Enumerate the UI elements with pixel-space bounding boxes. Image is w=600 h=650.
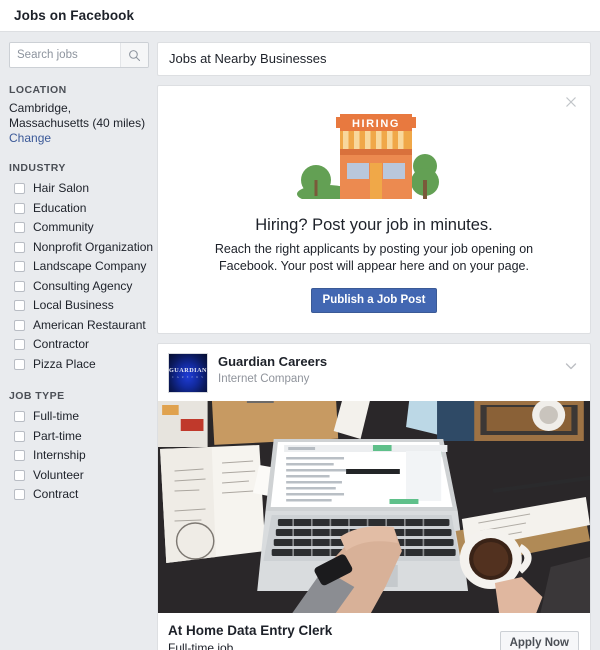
section-heading-card: Jobs at Nearby Businesses xyxy=(157,42,591,76)
checkbox-icon[interactable] xyxy=(14,469,25,481)
jobs-page: Jobs on Facebook LOCATION Cambridge, Mas xyxy=(0,0,600,650)
filter-option-label: Consulting Agency xyxy=(33,278,133,293)
location-change-link[interactable]: Change xyxy=(9,131,51,145)
filter-option-label: Part-time xyxy=(33,428,82,443)
company-logo: GUARDIAN C A R E E R S xyxy=(168,353,208,393)
industry-option-hair-salon[interactable]: Hair Salon xyxy=(9,179,149,199)
company-logo-subtext: C A R E E R S xyxy=(171,376,205,379)
filter-option-label: Landscape Company xyxy=(33,259,147,274)
job-type-filter-list: Full-time Part-time Internship Volunteer Con… xyxy=(9,407,149,505)
job-details: At Home Data Entry Clerk Full-time job N… xyxy=(168,622,500,650)
job-post-card: GUARDIAN C A R E E R S Guardian Careers … xyxy=(157,343,591,650)
search-button[interactable] xyxy=(120,43,148,67)
location-place: Cambridge, Massachusetts xyxy=(9,101,90,130)
checkbox-icon[interactable] xyxy=(14,358,25,370)
industry-heading: INDUSTRY xyxy=(9,162,66,174)
job-card-header-text: Guardian Careers Internet Company xyxy=(218,353,327,387)
section-heading: Jobs at Nearby Businesses xyxy=(169,51,327,66)
checkbox-icon[interactable] xyxy=(14,261,25,273)
filter-option-label: Nonprofit Organization xyxy=(33,239,154,254)
job-type-option-internship[interactable]: Internship xyxy=(9,446,149,466)
checkbox-icon[interactable] xyxy=(14,202,25,214)
checkbox-icon[interactable] xyxy=(14,241,25,253)
company-logo-word: GUARDIAN xyxy=(168,367,208,374)
job-type-option-volunteer[interactable]: Volunteer xyxy=(9,466,149,486)
filter-option-label: Community xyxy=(33,220,94,235)
search-icon xyxy=(128,49,141,62)
job-type: Full-time job xyxy=(168,641,234,650)
svg-text:HIRING: HIRING xyxy=(352,118,400,130)
filter-option-label: Contract xyxy=(33,487,79,502)
industry-option-american-restaurant[interactable]: American Restaurant xyxy=(9,316,149,336)
page-title: Jobs on Facebook xyxy=(14,8,135,23)
industry-option-contractor[interactable]: Contractor xyxy=(9,335,149,355)
industry-option-nonprofit-organization[interactable]: Nonprofit Organization xyxy=(9,238,153,258)
filter-option-label: Internship xyxy=(33,448,86,463)
filter-option-label: Volunteer xyxy=(33,467,84,482)
publish-job-post-button[interactable]: Publish a Job Post xyxy=(310,288,438,313)
job-card-header: GUARDIAN C A R E E R S Guardian Careers … xyxy=(158,344,590,401)
job-card-footer: At Home Data Entry Clerk Full-time job N… xyxy=(158,613,590,650)
job-type-option-part-time[interactable]: Part-time xyxy=(9,427,149,447)
apply-now-button[interactable]: Apply Now xyxy=(499,631,579,650)
industry-option-consulting-agency[interactable]: Consulting Agency xyxy=(9,277,149,297)
industry-option-education[interactable]: Education xyxy=(9,199,149,219)
company-category: Internet Company xyxy=(218,373,310,385)
checkbox-icon[interactable] xyxy=(14,280,25,292)
checkbox-icon[interactable] xyxy=(14,450,25,462)
checkbox-icon[interactable] xyxy=(14,411,25,423)
filter-option-label: Contractor xyxy=(33,337,90,352)
job-type-option-contract[interactable]: Contract xyxy=(9,485,149,505)
checkbox-icon[interactable] xyxy=(14,430,25,442)
search-input[interactable] xyxy=(10,43,120,67)
industry-option-pizza-place[interactable]: Pizza Place xyxy=(9,355,149,375)
hiring-storefront-icon: HIRING xyxy=(284,108,464,204)
checkbox-icon[interactable] xyxy=(14,319,25,331)
page-body: LOCATION Cambridge, Massachusetts (40 mi… xyxy=(0,32,600,650)
job-photo xyxy=(158,401,590,613)
company-name[interactable]: Guardian Careers xyxy=(218,353,327,370)
industry-option-landscape-company[interactable]: Landscape Company xyxy=(9,257,149,277)
checkbox-icon[interactable] xyxy=(14,222,25,234)
location-heading: LOCATION xyxy=(9,84,67,96)
filter-option-label: American Restaurant xyxy=(33,317,146,332)
job-type-option-full-time[interactable]: Full-time xyxy=(9,407,149,427)
industry-option-local-business[interactable]: Local Business xyxy=(9,296,149,316)
main-column: Jobs at Nearby Businesses HIRING Hiring?… xyxy=(157,42,591,650)
page-header: Jobs on Facebook xyxy=(0,0,600,32)
filter-option-label: Full-time xyxy=(33,409,80,424)
search-jobs-box[interactable] xyxy=(9,42,149,68)
checkbox-icon[interactable] xyxy=(14,339,25,351)
close-icon[interactable] xyxy=(563,94,579,110)
promo-title: Hiring? Post your job in minutes. xyxy=(255,216,493,234)
filter-option-label: Pizza Place xyxy=(33,356,96,371)
industry-filter-list: Hair Salon Education Community Nonprofit Or… xyxy=(9,179,153,375)
checkbox-icon[interactable] xyxy=(14,300,25,312)
filter-option-label: Local Business xyxy=(33,298,114,313)
filters-sidebar: LOCATION Cambridge, Massachusetts (40 mi… xyxy=(9,42,157,505)
chevron-down-icon[interactable] xyxy=(563,358,579,379)
location-radius: (40 miles) xyxy=(92,116,146,130)
checkbox-icon[interactable] xyxy=(14,489,25,501)
industry-option-community[interactable]: Community xyxy=(9,218,149,238)
job-promo-card: HIRING Hiring? Post your job in minutes.… xyxy=(157,85,591,334)
job-title[interactable]: At Home Data Entry Clerk xyxy=(168,622,500,640)
promo-subtitle: Reach the right applicants by posting yo… xyxy=(214,242,534,273)
filter-option-label: Education xyxy=(33,200,87,215)
job-type-heading: JOB TYPE xyxy=(9,390,65,402)
checkbox-icon[interactable] xyxy=(14,183,25,195)
filter-option-label: Hair Salon xyxy=(33,181,90,196)
location-value: Cambridge, Massachusetts (40 miles) Chan… xyxy=(9,101,149,146)
